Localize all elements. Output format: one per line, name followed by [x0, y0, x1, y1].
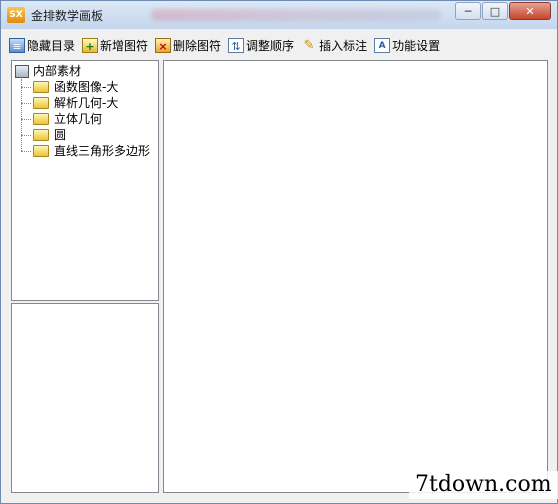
close-icon: ✕ [525, 4, 535, 18]
tree-connector [21, 102, 31, 104]
folder-icon [33, 97, 49, 109]
minimize-button[interactable]: ─ [455, 2, 481, 20]
settings-icon: A [374, 37, 391, 53]
tree-item-label: 直线三角形多边形 [54, 144, 151, 158]
add-symbol-button[interactable]: + 新增图符 [82, 37, 148, 54]
insert-annotation-label: 插入标注 [319, 38, 368, 53]
settings-button[interactable]: A 功能设置 [374, 37, 440, 54]
tree-item-label: 函数图像-大 [54, 80, 119, 94]
blurred-title-area [151, 9, 441, 21]
tree-item-lines-polygons[interactable]: 直线三角形多边形 [21, 143, 150, 159]
app-icon: SX [7, 7, 25, 23]
tree-item-analytic-geometry[interactable]: 解析几何-大 [21, 95, 118, 111]
tree-item-solid-geometry[interactable]: 立体几何 [21, 111, 102, 127]
hide-tree-button[interactable]: ≡ 隐藏目录 [9, 37, 75, 54]
watermark-text: 7tdown.com [409, 471, 558, 499]
delete-symbol-label: 删除图符 [173, 38, 222, 53]
maximize-button[interactable]: □ [482, 2, 508, 20]
folder-icon [33, 113, 49, 125]
add-symbol-label: 新增图符 [100, 38, 149, 53]
tree-item-function-graph[interactable]: 函数图像-大 [21, 79, 118, 95]
computer-icon [15, 64, 29, 78]
settings-label: 功能设置 [392, 38, 441, 53]
folder-icon [33, 129, 49, 141]
tree-item-circle[interactable]: 圆 [21, 127, 66, 143]
minimize-icon: ─ [464, 4, 472, 18]
tree-item-label: 圆 [54, 128, 67, 142]
reorder-button[interactable]: ⇅ 调整顺序 [228, 37, 294, 54]
hide-tree-label: 隐藏目录 [27, 38, 76, 53]
folder-icon [33, 81, 49, 93]
tree-connector [21, 86, 31, 88]
tree-connector [21, 150, 31, 152]
preview-panel[interactable] [11, 303, 159, 493]
tree-connector [21, 118, 31, 120]
window-controls: ─ □ ✕ [454, 2, 551, 20]
canvas-panel[interactable] [163, 60, 548, 493]
material-tree-panel[interactable]: 内部素材 函数图像-大 解析几何-大 立体几何 圆 直线三角形多边形 [11, 60, 159, 301]
app-window: SX 金排数学画板 ─ □ ✕ ≡ 隐藏目录 + 新增图符 × 删除图符 ⇅ 调… [0, 0, 558, 504]
hide-tree-icon: ≡ [9, 37, 25, 53]
close-button[interactable]: ✕ [509, 2, 551, 20]
window-title: 金排数学画板 [31, 9, 104, 23]
toolbar: ≡ 隐藏目录 + 新增图符 × 删除图符 ⇅ 调整顺序 ✎ 插入标注 A 功能设… [9, 35, 447, 55]
title-bar[interactable]: SX 金排数学画板 ─ □ ✕ [1, 1, 557, 29]
tree-item-label: 解析几何-大 [54, 96, 119, 110]
add-symbol-icon: + [82, 37, 99, 53]
delete-symbol-icon: × [155, 37, 172, 53]
tree-root-label: 内部素材 [33, 64, 82, 78]
insert-annotation-button[interactable]: ✎ 插入标注 [301, 37, 367, 54]
pencil-icon: ✎ [303, 37, 315, 53]
reorder-label: 调整顺序 [246, 38, 295, 53]
tree-connector [21, 134, 31, 136]
maximize-icon: □ [489, 4, 501, 18]
tree-root[interactable]: 内部素材 [15, 63, 81, 79]
delete-symbol-button[interactable]: × 删除图符 [155, 37, 221, 54]
tree-item-label: 立体几何 [54, 112, 103, 126]
folder-icon [33, 145, 49, 157]
reorder-icon: ⇅ [228, 37, 245, 53]
